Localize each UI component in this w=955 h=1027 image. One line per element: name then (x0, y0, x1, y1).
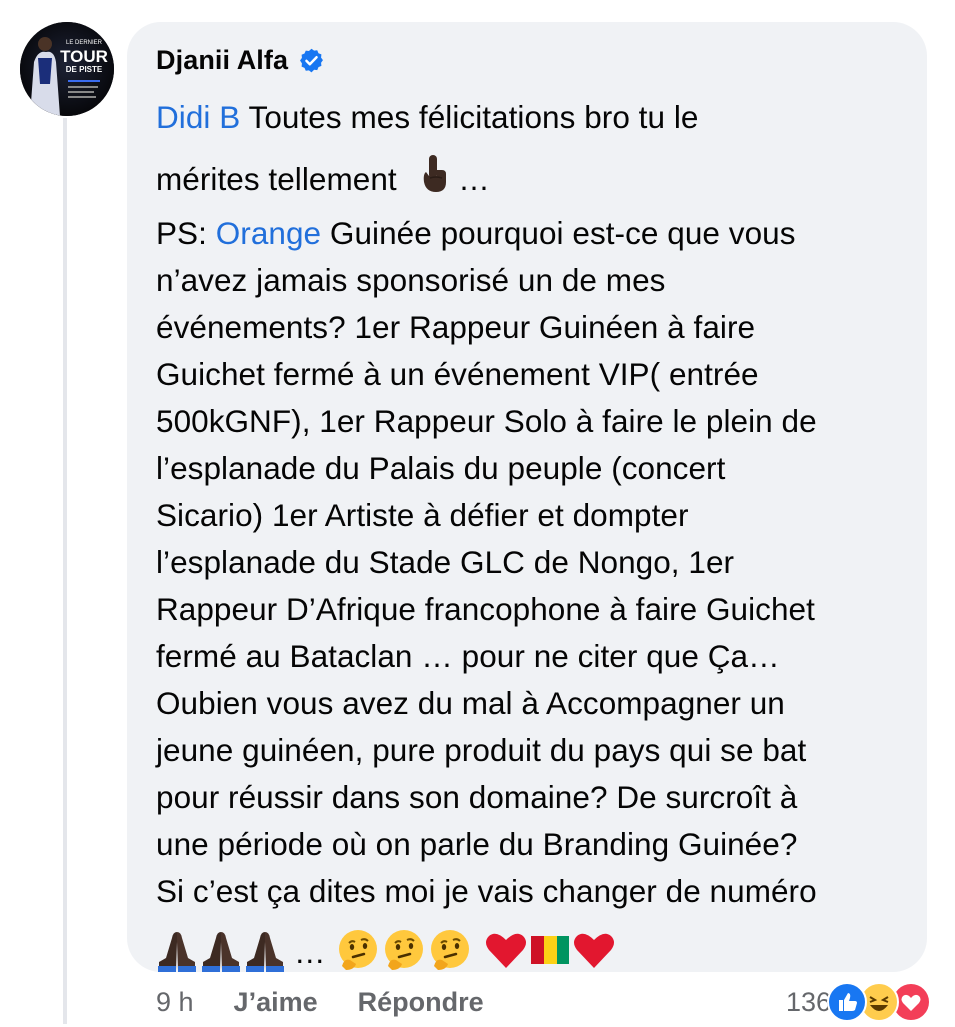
ps-prefix: PS: (156, 215, 216, 251)
thinking-face-emoji-icon (382, 928, 426, 977)
comment-bubble: Djanii Alfa Didi B Toutes mes félicitati… (127, 22, 927, 972)
comment-line-text: mérites tellement (156, 161, 397, 197)
comment-line: PS: Orange Guinée pourquoi est-ce que vo… (156, 210, 899, 257)
comment-line: Sicario) 1er Artiste à défier et dompter (156, 497, 689, 533)
comment-timestamp[interactable]: 9 h (156, 987, 194, 1018)
comment-line: n’avez jamais sponsorisé un de mes (156, 262, 666, 298)
thread-line (63, 118, 67, 1024)
avatar-text-1: LE DERNIER (66, 40, 103, 46)
red-heart-emoji-icon (572, 930, 616, 975)
reply-button[interactable]: Répondre (358, 987, 484, 1018)
like-button[interactable]: J’aime (234, 987, 318, 1018)
comment-line: Rappeur D’Afrique francophone à faire Gu… (156, 591, 815, 627)
comment-line: l’esplanade du Palais du peuple (concert (156, 450, 726, 486)
comment-line: l’esplanade du Stade GLC de Nongo, 1er (156, 544, 735, 580)
comment-line: jeune guinéen, pure produit du pays qui … (156, 732, 807, 768)
author-name[interactable]: Djanii Alfa (156, 45, 288, 76)
comment-text: Didi B Toutes mes félicitations bro tu l… (156, 86, 899, 915)
comment-line: 500kGNF), 1er Rappeur Solo à faire le pl… (156, 403, 817, 439)
thinking-face-emoji-icon (336, 928, 380, 977)
comment-footer: 9 h J’aime Répondre 136 (156, 982, 931, 1022)
comment-line: fermé au Bataclan … pour ne citer que Ça… (156, 638, 780, 674)
comment-line: pour réussir dans son domaine? De surcro… (156, 779, 798, 815)
comment-line: Didi B Toutes mes félicitations bro tu l… (156, 86, 899, 148)
comment-line: Oubien vous avez du mal à Accompagner un (156, 685, 785, 721)
reactions-summary[interactable]: 136 (786, 982, 931, 1022)
praying-hands-emoji-icon (156, 928, 198, 977)
comment-line: une période où on parle du Branding Guin… (156, 826, 798, 862)
emoji-row: … (156, 925, 899, 979)
comment-line: Si c’est ça dites moi je vais changer de… (156, 873, 817, 909)
mention-link-didi-b[interactable]: Didi B (156, 99, 240, 135)
avatar-text-3: DE PISTE (66, 65, 103, 74)
guinea-flag-emoji-icon (530, 934, 570, 971)
praying-hands-emoji-icon (244, 928, 286, 977)
comment-line-dots: … (449, 161, 490, 197)
comment-line: mérites tellement … (156, 148, 899, 210)
comment-line-text: Toutes mes félicitations bro tu le (240, 99, 699, 135)
avatar-text-2: TOUR (60, 47, 108, 66)
pointing-up-emoji-icon (420, 152, 450, 192)
praying-hands-emoji-icon (200, 928, 242, 977)
comment-line: Guichet fermé à un événement VIP( entrée (156, 356, 759, 392)
mention-link-orange[interactable]: Orange (216, 215, 321, 251)
comment-line-text: Guinée pourquoi est-ce que vous (321, 215, 796, 251)
avatar[interactable]: LE DERNIER TOUR DE PISTE (20, 22, 114, 116)
red-heart-emoji-icon (484, 930, 528, 975)
verified-badge-icon (298, 47, 325, 74)
emoji-dots: … (294, 933, 326, 970)
like-icon (827, 982, 867, 1022)
comment-line: événements? 1er Rappeur Guinéen à faire (156, 309, 756, 345)
reaction-count: 136 (785, 986, 831, 1017)
thinking-face-emoji-icon (428, 928, 472, 977)
